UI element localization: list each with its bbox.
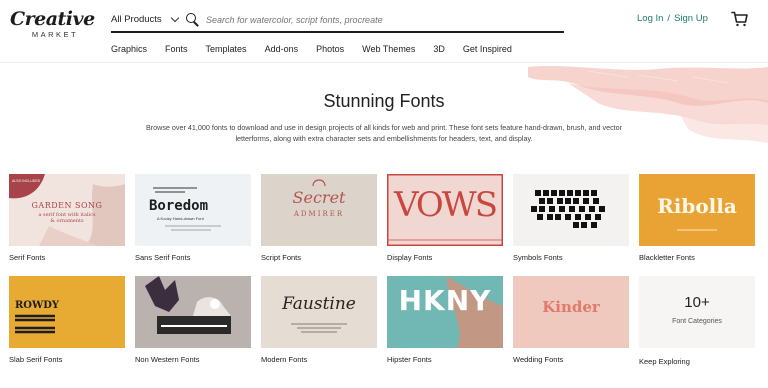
creative-market-logo[interactable]: Creative MARKET — [10, 8, 95, 44]
thumb-text: HKNY — [398, 284, 492, 317]
category-thumbnail[interactable]: Kinder — [513, 276, 629, 348]
search-bar: All Products — [111, 8, 564, 33]
thumb-text: VOWS — [393, 185, 498, 225]
main-nav: Graphics Fonts Templates Add-ons Photos … — [111, 44, 530, 54]
category-thumbnail[interactable]: Ribolla — [639, 174, 755, 246]
category-thumbnail[interactable]: ALSO INCLUDED GARDEN SONG a serif font w… — [9, 174, 125, 246]
category-label[interactable]: Keep Exploring — [639, 357, 690, 366]
chevron-down-icon — [170, 13, 179, 23]
thumb-text: GARDEN SONG — [31, 201, 103, 210]
nav-item-add-ons[interactable]: Add-ons — [265, 44, 299, 54]
category-thumbnail[interactable]: VOWS — [387, 174, 503, 246]
thumb-subtext: ADMIRER — [293, 210, 345, 218]
search-icon[interactable] — [186, 12, 200, 27]
category-label[interactable]: Symbols Fonts — [513, 253, 563, 262]
search-input[interactable] — [206, 14, 546, 25]
category-label[interactable]: Blackletter Fonts — [639, 253, 695, 262]
category-label[interactable]: Sans Serif Fonts — [135, 253, 190, 262]
category-label[interactable]: Slab Serif Fonts — [9, 355, 62, 364]
thumb-text: Kinder — [542, 298, 600, 316]
thumb-text: Secret — [292, 188, 346, 207]
category-thumbnail[interactable]: HKNY — [387, 276, 503, 348]
auth-separator: / — [667, 13, 671, 24]
explore-count: 10+ — [684, 294, 710, 311]
site-header: Creative MARKET All Products Log In /Sign… — [0, 0, 768, 62]
category-label[interactable]: Display Fonts — [387, 253, 432, 262]
nav-item-fonts[interactable]: Fonts — [165, 44, 188, 54]
category-label[interactable]: Serif Fonts — [9, 253, 45, 262]
category-thumbnail[interactable] — [513, 174, 629, 246]
category-label[interactable]: Modern Fonts — [261, 355, 307, 364]
nav-item-templates[interactable]: Templates — [206, 44, 247, 54]
category-thumbnail[interactable] — [135, 276, 251, 348]
thumb-badge: ALSO INCLUDED — [12, 179, 41, 183]
category-label[interactable]: Non Western Fonts — [135, 355, 199, 364]
cart-icon[interactable] — [731, 11, 748, 27]
category-label[interactable]: Wedding Fonts — [513, 355, 563, 364]
login-link[interactable]: Log In — [637, 13, 663, 24]
nav-item-photos[interactable]: Photos — [316, 44, 344, 54]
thumb-subtext: a serif font with italics & ornaments — [38, 212, 96, 224]
logo-wordmark: Creative — [10, 8, 95, 30]
category-thumbnail[interactable]: 10+ Font Categories — [639, 276, 755, 348]
category-label[interactable]: Script Fonts — [261, 253, 301, 262]
category-thumbnail[interactable]: ROWDY — [9, 276, 125, 348]
category-thumbnail[interactable]: Secret ADMIRER — [261, 174, 377, 246]
category-label[interactable]: Hipster Fonts — [387, 355, 432, 364]
search-category-label: All Products — [111, 14, 162, 25]
nav-item-3d[interactable]: 3D — [433, 44, 445, 54]
category-thumbnail[interactable]: Boredom A Kooky Hand-drawn Font — [135, 174, 251, 246]
nav-item-web-themes[interactable]: Web Themes — [362, 44, 415, 54]
explore-subtext: Font Categories — [672, 318, 722, 325]
nav-item-graphics[interactable]: Graphics — [111, 44, 147, 54]
auth-links: Log In / Sign Up — [637, 13, 708, 24]
nav-item-get-inspired[interactable]: Get Inspired — [463, 44, 512, 54]
signup-link[interactable]: Sign Up — [674, 13, 708, 24]
category-thumbnail[interactable]: Faustine — [261, 276, 377, 348]
search-category-select[interactable]: All Products — [111, 13, 181, 25]
logo-subtitle: MARKET — [31, 30, 79, 39]
page-description: Browse over 41,000 fonts to download and… — [145, 123, 623, 143]
page-title: Stunning Fonts — [323, 91, 445, 111]
